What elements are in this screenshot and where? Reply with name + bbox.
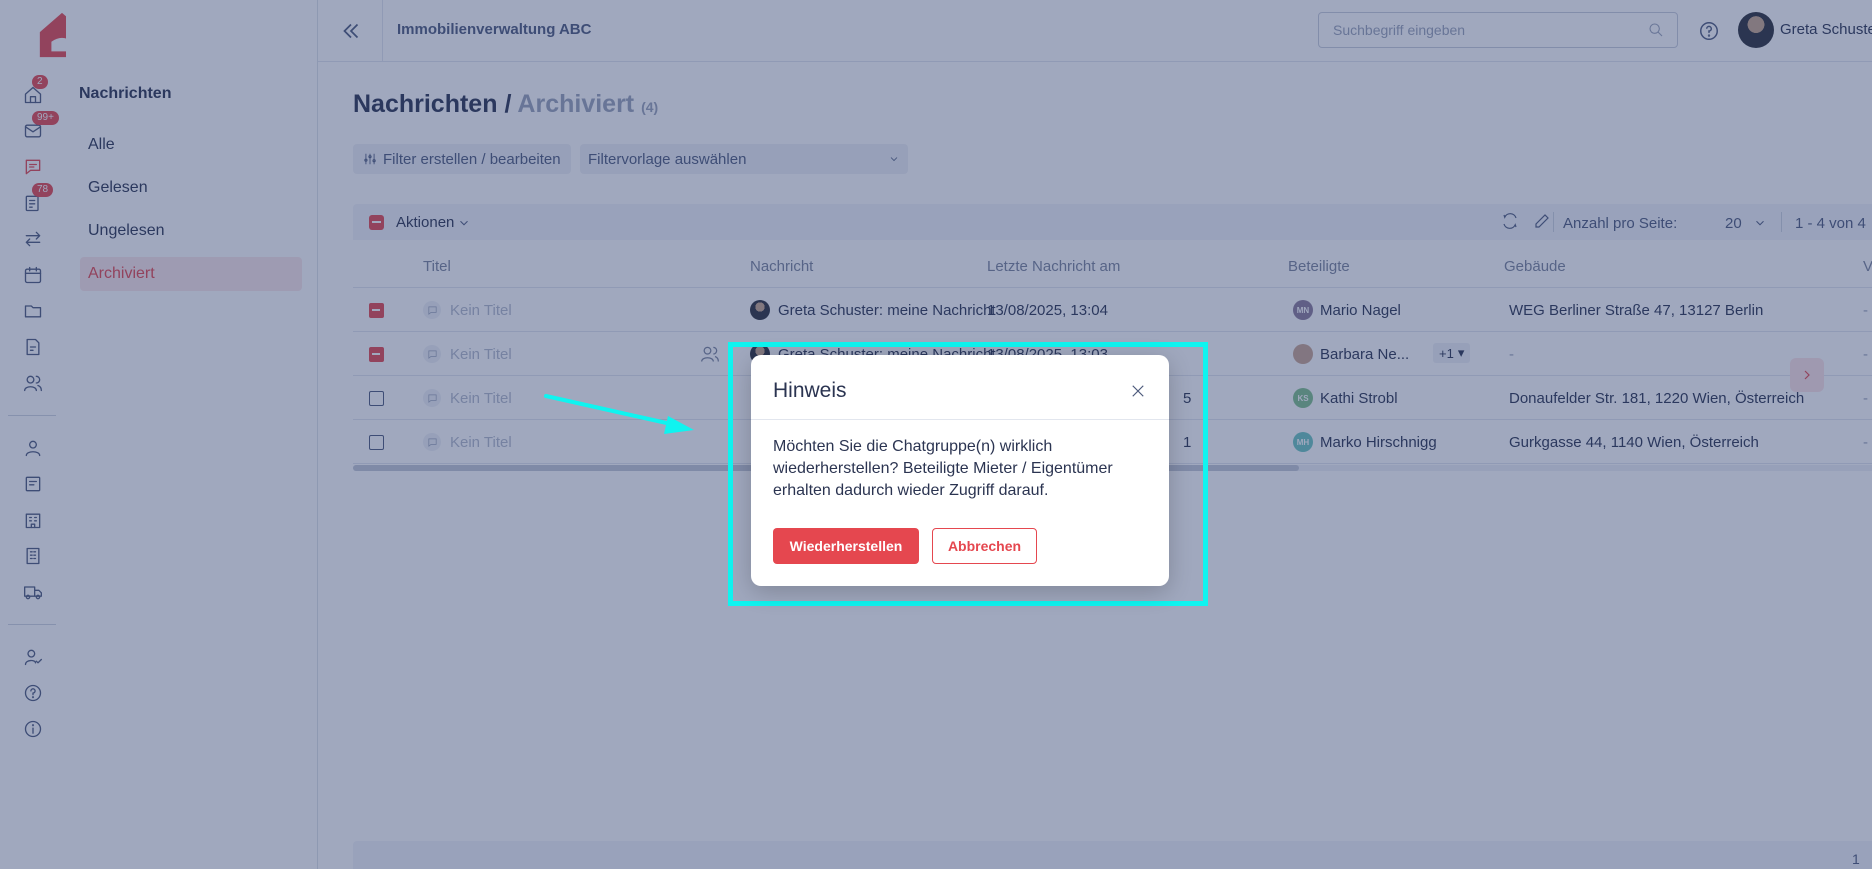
close-button[interactable] [1129,382,1147,400]
cancel-button[interactable]: Abbrechen [932,528,1037,564]
dialog-divider [751,419,1169,420]
dialog-message: Möchten Sie die Chatgruppe(n) wirklich w… [773,438,1113,499]
restore-button[interactable]: Wiederherstellen [773,528,919,564]
confirm-restore-dialog: Hinweis Möchten Sie die Chatgruppe(n) wi… [751,355,1169,586]
dialog-title: Hinweis [773,379,847,402]
annotation-arrow [544,394,694,434]
close-icon [1132,385,1144,397]
